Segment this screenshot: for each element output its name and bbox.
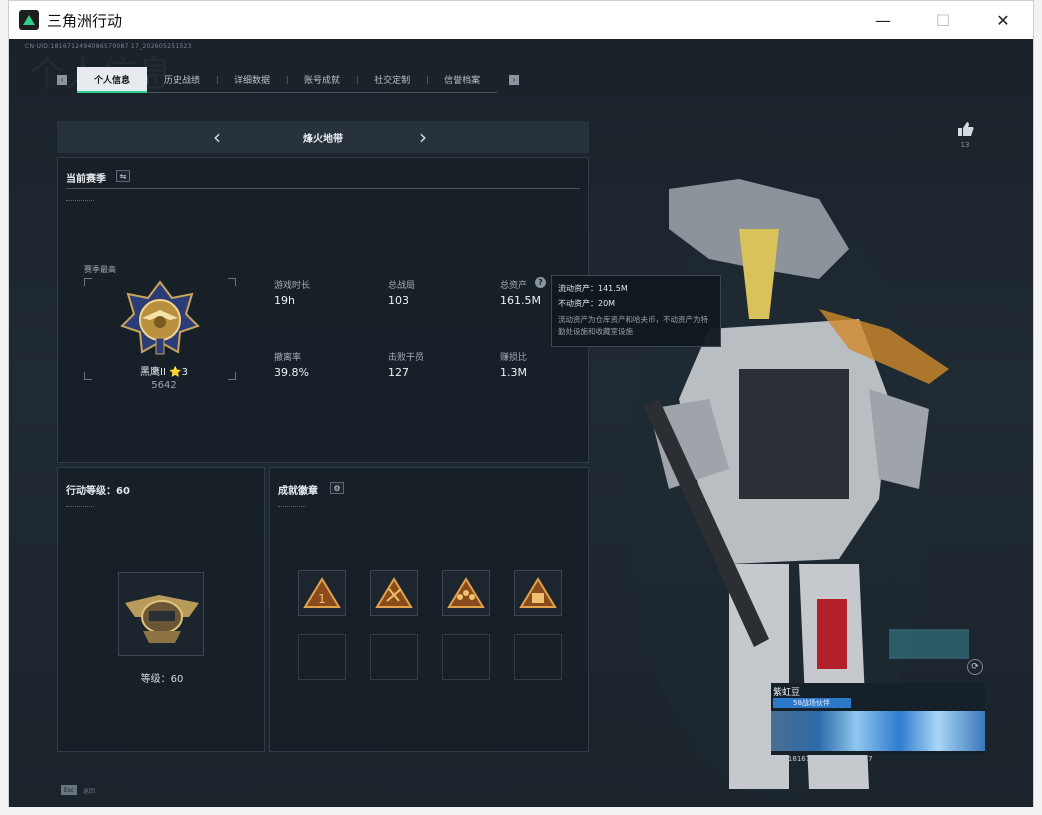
close-button[interactable]: ✕ <box>973 1 1033 39</box>
stat-value-playtime: 19h <box>274 294 295 307</box>
divider <box>66 188 580 189</box>
player-id: UID:1816712494086579087 <box>773 755 873 763</box>
season-title: 当前赛季 <box>66 174 106 185</box>
stat-label-total-assets: 总资产 <box>500 281 528 291</box>
assets-tooltip: 流动资产：141.5M 不动资产：20M 流动资产为仓库资产和哈夫币，不动资产为… <box>551 275 721 347</box>
stat-label-playtime: 游戏时长 <box>274 281 311 291</box>
loot-badge-icon <box>519 577 557 608</box>
stat-label-profit-ratio: 赚损比 <box>500 353 528 363</box>
like-button[interactable] <box>957 121 975 141</box>
card-background-art <box>771 711 985 751</box>
divider <box>66 506 94 507</box>
helicopter-level-icon <box>125 595 199 643</box>
season-panel: 当前赛季 ⇋ 赛季最高 黑鹰II ⭐3 5642 游戏时长 19h 总战局 10 <box>57 157 589 463</box>
tooltip-fixed-assets: 不动资产：20M <box>558 299 616 308</box>
window-title: 三角洲行动 <box>47 11 123 30</box>
esc-key: Esc <box>61 785 77 795</box>
player-name: 紫虹豆 <box>773 688 801 698</box>
mode-selector: ‹ 烽火地带 › <box>57 121 589 153</box>
mode-title: 烽火地带 <box>303 133 343 145</box>
badges-title: 成就徽章 <box>278 486 318 497</box>
thumbs-up-icon <box>958 122 974 136</box>
operation-level-panel: 行动等级：60 等级：60 <box>57 467 265 752</box>
stat-value-kills: 127 <box>388 366 409 379</box>
like-count: 13 <box>960 141 970 149</box>
stat-label-total-matches: 总战局 <box>388 281 416 291</box>
rank-name: 黑鹰II ⭐3 <box>140 367 188 378</box>
stat-value-total-matches: 103 <box>388 294 409 307</box>
stat-value-profit-ratio: 1.3M <box>500 366 527 379</box>
tools-badge-icon <box>375 577 413 608</box>
player-name-card[interactable]: 紫虹豆 58战场伙伴 <box>771 683 985 755</box>
achievement-badges-panel: 成就徽章 ⚙ 1 <box>269 467 589 752</box>
svg-text:1: 1 <box>318 592 326 606</box>
app-window: 三角洲行动 — ☐ ✕ 个人信息 CN·UID:1816712494086579… <box>8 0 1034 807</box>
badge-settings-button[interactable]: ⚙ <box>330 482 344 494</box>
esc-back-hint[interactable]: Esc 返回 <box>61 785 95 795</box>
stat-label-extraction-rate: 撤离率 <box>274 353 302 363</box>
mode-next-button[interactable]: › <box>419 125 427 149</box>
assets-help-icon[interactable]: ? <box>535 277 546 288</box>
app-logo-icon <box>19 10 39 30</box>
badge-slot-empty[interactable] <box>298 634 346 680</box>
maximize-button[interactable]: ☐ <box>913 1 973 39</box>
black-hawk-rank-icon <box>120 280 200 355</box>
tab-achievements[interactable]: 账号成就 <box>287 67 358 93</box>
stat-value-extraction-rate: 39.8% <box>274 366 309 379</box>
rank-score: 5642 <box>151 380 177 391</box>
uid-text: CN·UID:1816712494086579087 17_2026052515… <box>25 43 192 50</box>
badge-rank-1[interactable]: 1 <box>298 570 346 616</box>
tab-next-button[interactable]: › <box>509 75 520 85</box>
tab-detailed-data[interactable]: 详细数据 <box>217 67 288 93</box>
tab-personal-info[interactable]: 个人信息 <box>77 67 148 93</box>
level-emblem-frame <box>118 572 204 656</box>
mode-prev-button[interactable]: ‹ <box>213 125 221 149</box>
badge-tools[interactable] <box>370 570 418 616</box>
profile-tabs: ‹ 个人信息 历史战绩 详细数据 账号成就 社交定制 信誉档案 › <box>57 67 520 93</box>
squad-badge-icon <box>447 577 485 608</box>
badge-squad[interactable] <box>442 570 490 616</box>
season-switch-button[interactable]: ⇋ <box>116 170 130 182</box>
tab-match-history[interactable]: 历史战绩 <box>147 67 218 93</box>
esc-label: 返回 <box>83 787 96 795</box>
stat-value-total-assets: 161.5M <box>500 294 541 307</box>
rank-1-badge-icon: 1 <box>303 577 341 608</box>
badge-slot-empty[interactable] <box>442 634 490 680</box>
window-controls: — ☐ ✕ <box>853 1 1033 39</box>
level-title: 行动等级：60 <box>66 486 130 497</box>
tab-social-custom[interactable]: 社交定制 <box>357 67 428 93</box>
refresh-card-button[interactable]: ⟳ <box>967 659 983 675</box>
tab-credit-record[interactable]: 信誉档案 <box>427 67 498 93</box>
stat-label-kills: 击败干员 <box>388 353 425 363</box>
tooltip-liquid-assets: 流动资产：141.5M <box>558 284 628 293</box>
title-bar: 三角洲行动 — ☐ ✕ <box>9 1 1033 39</box>
season-best-label: 赛季最高 <box>84 265 116 274</box>
player-tag: 58战场伙伴 <box>773 698 851 708</box>
badge-slot-empty[interactable] <box>514 634 562 680</box>
tab-prev-button[interactable]: ‹ <box>57 75 67 85</box>
badge-loot[interactable] <box>514 570 562 616</box>
minimize-button[interactable]: — <box>853 1 913 39</box>
divider <box>66 200 94 201</box>
badge-slot-empty[interactable] <box>370 634 418 680</box>
tooltip-description: 流动资产为仓库资产和哈夫币，不动资产为特勤处设施和收藏室设施 <box>558 315 708 336</box>
level-label: 等级：60 <box>140 674 184 685</box>
game-viewport: 个人信息 CN·UID:1816712494086579087 17_20260… <box>9 39 1033 807</box>
divider <box>278 506 306 507</box>
